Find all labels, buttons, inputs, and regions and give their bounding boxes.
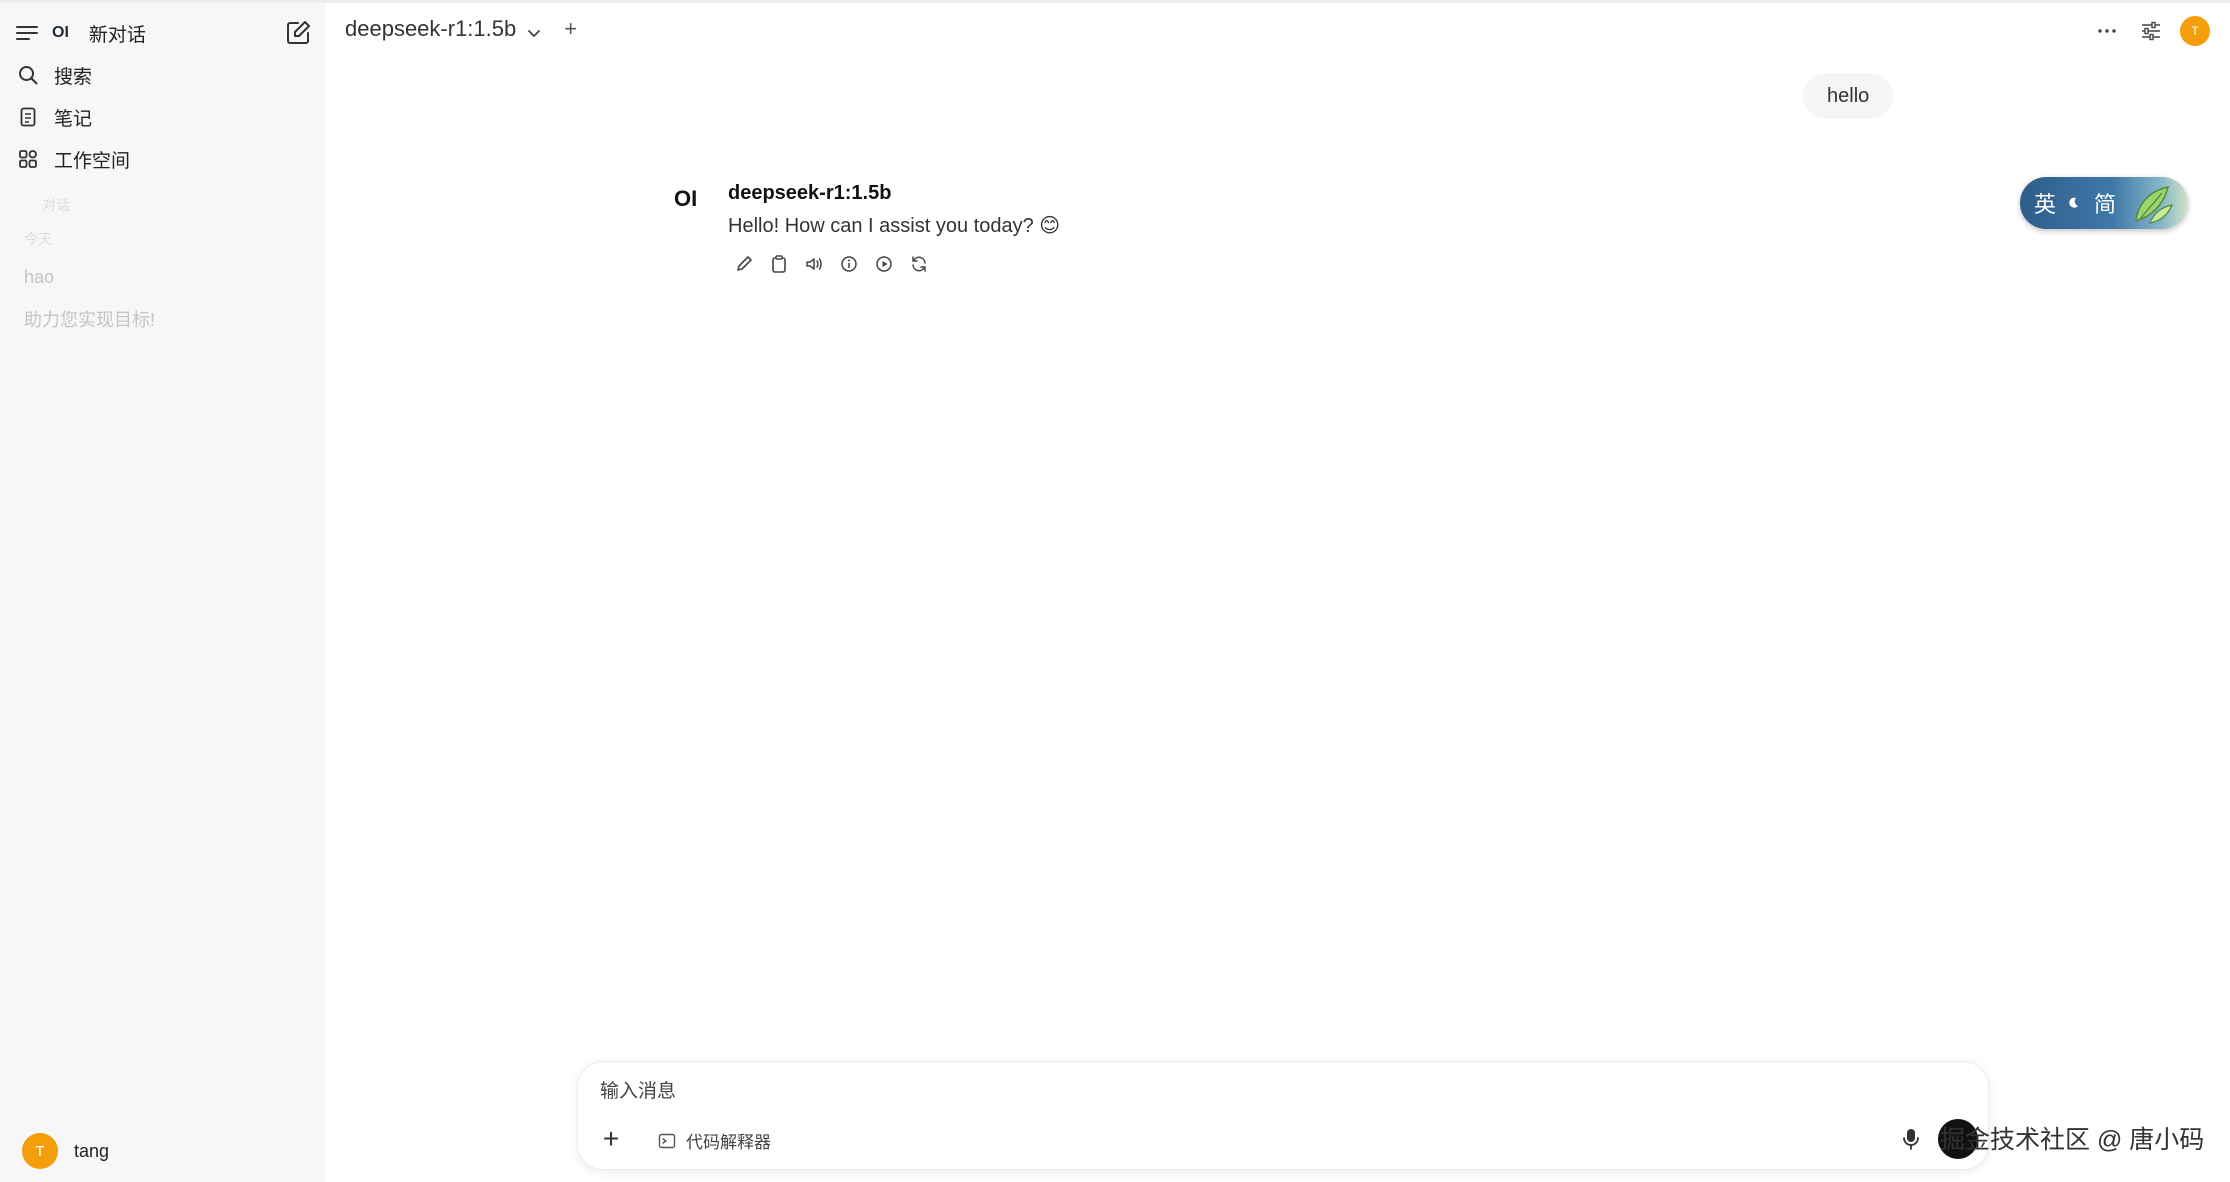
sidebar-header: OI 新对话 — [16, 16, 311, 50]
chevron-down-icon — [526, 21, 542, 38]
translate-left-label: 英 — [2034, 192, 2057, 217]
code-interpreter-label: 代码解释器 — [686, 1133, 771, 1152]
avatar: T — [22, 1133, 58, 1169]
message-input[interactable] — [598, 1076, 1802, 1108]
info-icon[interactable] — [838, 253, 860, 275]
more-icon[interactable] — [2092, 16, 2122, 46]
sidebar-item-notes[interactable]: 笔记 — [16, 100, 92, 134]
code-interpreter-button[interactable]: 代码解释器 — [658, 1128, 771, 1153]
moon-icon — [2066, 190, 2080, 216]
search-icon — [16, 63, 40, 87]
header-actions: T — [2078, 16, 2210, 46]
regenerate-icon[interactable] — [908, 253, 930, 275]
leaf-icon — [2128, 181, 2178, 231]
avatar[interactable]: T — [2180, 16, 2210, 46]
new-chat-label[interactable]: 新对话 — [89, 20, 146, 47]
sidebar-item-label: 工作空间 — [54, 150, 131, 172]
history-item[interactable]: hao — [24, 267, 54, 288]
microphone-icon[interactable] — [1898, 1126, 1924, 1152]
settings-sliders-icon[interactable] — [2136, 16, 2166, 46]
model-name: deepseek-r1:1.5b — [345, 16, 517, 41]
translate-widget[interactable]: 英 简 — [2020, 177, 2188, 229]
message-composer: + 代码解释器 — [577, 1061, 1989, 1170]
message-actions — [733, 253, 943, 275]
sidebar-item-label: 笔记 — [54, 108, 93, 130]
translate-right-label: 简 — [2094, 192, 2117, 217]
top-border — [0, 0, 2230, 3]
logo: OI — [52, 24, 69, 41]
speaker-icon[interactable] — [803, 253, 825, 275]
play-icon[interactable] — [873, 253, 895, 275]
user-name: tang — [74, 1140, 110, 1161]
section-chats-label: 对话 — [42, 197, 70, 213]
workspace-icon — [16, 147, 40, 171]
user-menu[interactable]: T tang — [22, 1133, 109, 1169]
sidebar-item-workspace[interactable]: 工作空间 — [16, 142, 130, 176]
sidebar-item-label: 搜索 — [54, 66, 93, 88]
bot-message: Hello! How can I assist you today? 😊 — [728, 215, 1061, 237]
copy-icon[interactable] — [768, 253, 790, 275]
bot-name: deepseek-r1:1.5b — [728, 182, 892, 204]
section-today-label: 今天 — [24, 231, 52, 247]
user-message: hello — [1803, 73, 1894, 119]
plus-icon[interactable]: + — [596, 1123, 626, 1154]
edit-icon[interactable] — [733, 253, 755, 275]
compose-icon[interactable] — [285, 20, 311, 46]
terminal-icon — [658, 1132, 676, 1150]
sidebar: OI 新对话 搜索 笔记 工作空间 对话 今天 hao 助力您实现目标! T t… — [0, 3, 325, 1182]
add-model-icon[interactable]: + — [564, 16, 577, 42]
bot-logo: OI — [674, 186, 698, 211]
menu-icon[interactable] — [16, 22, 38, 44]
notes-icon — [16, 105, 40, 129]
sidebar-item-search[interactable]: 搜索 — [16, 58, 92, 92]
watermark: 掘金技术社区 @ 唐小码 — [1940, 1126, 2205, 1154]
history-item[interactable]: 助力您实现目标! — [24, 306, 155, 332]
model-selector[interactable]: deepseek-r1:1.5b + — [345, 16, 577, 42]
